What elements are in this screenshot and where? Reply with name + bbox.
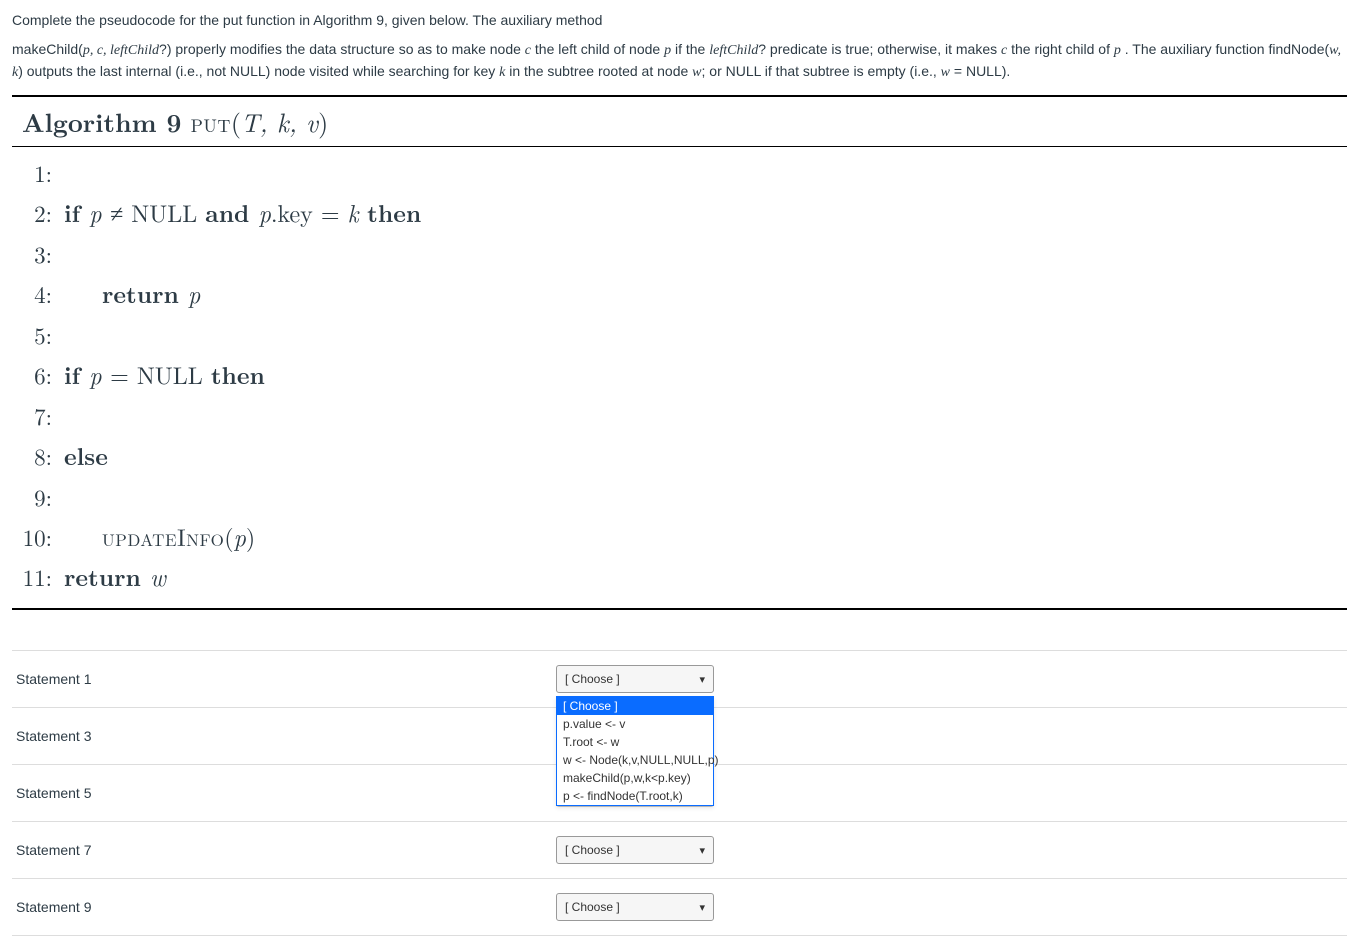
alg-line-9: 9: [22,477,1337,516]
question-detail: makeChild(p, c, leftChild?) properly mod… [12,39,1347,83]
alg-line-4: 4: return p [22,273,1337,315]
alg-line-8: 8: else [22,435,1337,477]
alg-line-10: 10: updateInfo(p) [22,516,1337,557]
dropdown-option-node[interactable]: w <- Node(k,v,NULL,NULL,p) [557,751,713,769]
algorithm-block: Algorithm 9 put(T, k, v) 1: 2: if p ≠ NU… [12,95,1347,610]
chevron-down-icon: ▾ [699,844,705,857]
statement-row-9: Statement 9 [ Choose ] ▾ [12,878,1347,936]
dropdown-option-pvalue[interactable]: p.value <- v [557,715,713,733]
algorithm-body: 1: 2: if p ≠ NULL and p.key = k then 3: … [12,147,1347,610]
statement-1-select[interactable]: [ Choose ] ▾ [556,665,714,693]
dropdown-option-findnode[interactable]: p <- findNode(T.root,k) [557,787,713,805]
statement-9-select[interactable]: [ Choose ] ▾ [556,893,714,921]
dropdown-option-choose[interactable]: [ Choose ] [557,697,713,715]
alg-line-6: 6: if p = NULL then [22,354,1337,396]
dropdown-option-troot[interactable]: T.root <- w [557,733,713,751]
statement-label-3: Statement 3 [16,728,556,744]
statement-row-3: Statement 3 [ Choose ] ▾ [ Choose ] p.va… [12,707,1347,764]
alg-line-5: 5: [22,315,1337,354]
alg-line-7: 7: [22,396,1337,435]
statement-label-5: Statement 5 [16,785,556,801]
algorithm-title: Algorithm 9 put(T, k, v) [12,95,1347,147]
question-text: Complete the pseudocode for the put func… [12,10,1347,83]
statement-label-7: Statement 7 [16,842,556,858]
dropdown-option-makechild[interactable]: makeChild(p,w,k<p.key) [557,769,713,787]
alg-line-2: 2: if p ≠ NULL and p.key = k then [22,192,1337,234]
statement-label-1: Statement 1 [16,671,556,687]
statement-list: Statement 1 [ Choose ] ▾ Statement 3 [ C… [12,650,1347,936]
chevron-down-icon: ▾ [699,901,705,914]
question-intro: Complete the pseudocode for the put func… [12,10,1347,31]
alg-line-11: 11: return w [22,556,1337,598]
alg-line-3: 3: [22,234,1337,273]
chevron-down-icon: ▾ [699,673,705,686]
alg-line-1: 1: [22,153,1337,192]
statement-7-select[interactable]: [ Choose ] ▾ [556,836,714,864]
statement-dropdown-panel: [ Choose ] p.value <- v T.root <- w w <-… [556,696,714,806]
statement-row-7: Statement 7 [ Choose ] ▾ [12,821,1347,878]
